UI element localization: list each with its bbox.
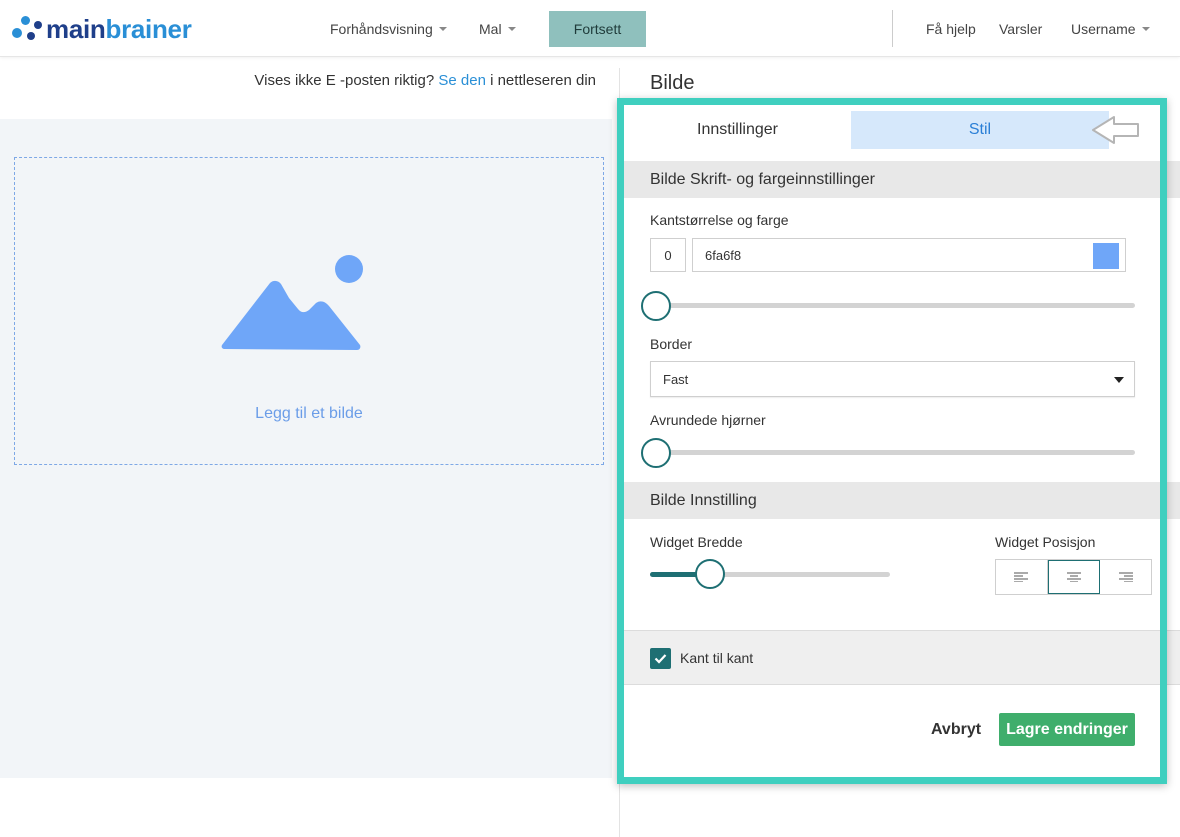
- align-right-icon: [1118, 572, 1133, 582]
- notice-text-before: Vises ikke E -posten riktig?: [254, 72, 439, 89]
- image-placeholder-icon: [221, 255, 363, 350]
- panel-divider: [619, 68, 620, 837]
- pointer-arrow-icon: [1092, 116, 1139, 144]
- nav-template-dropdown[interactable]: Mal: [479, 0, 516, 57]
- chevron-down-icon: [1141, 26, 1150, 31]
- checkmark-icon: [654, 654, 667, 664]
- cancel-button[interactable]: Avbryt: [920, 714, 992, 746]
- tab-settings[interactable]: Innstillinger: [624, 111, 851, 149]
- help-link[interactable]: Få hjelp: [926, 0, 976, 57]
- continue-button[interactable]: Fortsett: [549, 11, 646, 47]
- border-color-input[interactable]: 6fa6f8: [692, 238, 1126, 272]
- widget-width-slider-thumb[interactable]: [695, 559, 725, 589]
- align-left-icon: [1014, 572, 1029, 582]
- chevron-down-icon: [438, 26, 447, 31]
- align-center-button[interactable]: [1047, 560, 1101, 594]
- border-size-slider-thumb[interactable]: [641, 291, 671, 321]
- align-center-icon: [1067, 572, 1081, 582]
- nav-divider: [892, 10, 893, 47]
- save-changes-button[interactable]: Lagre endringer: [999, 713, 1135, 746]
- panel-title: Bilde: [650, 72, 695, 94]
- alerts-link[interactable]: Varsler: [999, 0, 1042, 57]
- notice-text-after: i nettleseren din: [485, 72, 596, 89]
- widget-position-label: Widget Posisjon: [995, 534, 1096, 550]
- edge-to-edge-checkbox[interactable]: [650, 648, 671, 669]
- border-size-slider[interactable]: [656, 303, 1135, 308]
- logo-wordmark: mainbrainer: [46, 13, 192, 44]
- color-swatch[interactable]: [1093, 243, 1119, 269]
- widget-position-group: [995, 559, 1152, 595]
- user-menu-dropdown[interactable]: Username: [1071, 0, 1150, 57]
- align-right-button[interactable]: [1100, 560, 1151, 594]
- border-style-select[interactable]: Fast: [650, 361, 1135, 397]
- rounded-corners-label: Avrundede hjørner: [650, 412, 766, 428]
- mainbrainer-logo[interactable]: mainbrainer: [10, 12, 192, 46]
- logo-dots-icon: [10, 12, 44, 46]
- border-size-input[interactable]: 0: [650, 238, 686, 272]
- add-image-link[interactable]: Legg til et bilde: [14, 405, 604, 423]
- border-size-label: Kantstørrelse og farge: [650, 212, 789, 228]
- chevron-down-icon: [507, 26, 516, 31]
- section-heading-image: Bilde Innstilling: [624, 482, 1180, 519]
- view-in-browser-link[interactable]: Se den: [438, 72, 486, 89]
- nav-preview-dropdown[interactable]: Forhåndsvisning: [330, 0, 447, 57]
- section-heading-style: Bilde Skrift- og fargeinnstillinger: [624, 161, 1180, 198]
- username-label: Username: [1071, 20, 1136, 37]
- border-style-value: Fast: [663, 371, 689, 387]
- edge-to-edge-label: Kant til kant: [680, 650, 754, 666]
- align-left-button[interactable]: [996, 560, 1048, 594]
- nav-preview-label: Forhåndsvisning: [330, 20, 433, 37]
- rounded-corners-slider[interactable]: [656, 450, 1135, 455]
- tab-style[interactable]: Stil: [851, 111, 1109, 149]
- rounded-corners-slider-thumb[interactable]: [641, 438, 671, 468]
- border-style-label: Border: [650, 336, 693, 352]
- widget-width-slider[interactable]: [650, 572, 890, 577]
- nav-template-label: Mal: [479, 20, 502, 37]
- caret-down-icon: [1114, 377, 1124, 383]
- top-navbar: mainbrainer Forhåndsvisning Mal Fortsett…: [0, 0, 1180, 57]
- widget-width-label: Widget Bredde: [650, 534, 743, 550]
- edge-to-edge-row: Kant til kant: [624, 630, 1180, 685]
- browser-view-notice: Vises ikke E -posten riktig? Se den i ne…: [0, 72, 596, 89]
- border-color-value: 6fa6f8: [705, 247, 742, 263]
